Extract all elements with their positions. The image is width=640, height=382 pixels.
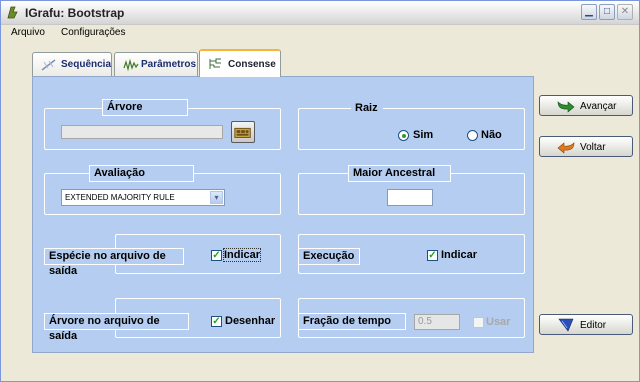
execucao-label-box: Execução	[298, 248, 360, 265]
maior-ancestral-title-text: Maior Ancestral	[353, 167, 436, 179]
close-icon: ✕	[620, 6, 630, 17]
voltar-label: Voltar	[580, 142, 606, 153]
radio-nao-label: Não	[481, 129, 502, 141]
browse-button[interactable]	[231, 121, 255, 143]
arrow-back-icon	[557, 142, 575, 154]
arrow-forward-icon	[557, 101, 575, 113]
menu-configuracoes[interactable]: Configurações	[61, 27, 125, 38]
close-button[interactable]: ✕	[617, 4, 633, 20]
arvore-title: Árvore	[102, 99, 188, 116]
tab-sequencia-label: Sequência	[61, 59, 112, 70]
app-icon	[7, 6, 18, 19]
execucao-checkbox[interactable]: ✓	[427, 250, 438, 261]
especie-checkbox[interactable]: ✓	[211, 250, 222, 261]
avaliacao-dropdown[interactable]: EXTENDED MAJORITY RULE ▾	[61, 189, 225, 206]
avancar-label: Avançar	[580, 101, 617, 112]
tab-sequencia[interactable]: Sequência	[32, 52, 112, 76]
consense-tree-icon	[209, 58, 221, 69]
arvore-saida-label-box: Árvore no arquivo de saída	[44, 313, 189, 342]
arvore-title-text: Árvore	[107, 101, 143, 113]
radio-selected-dot	[402, 134, 406, 138]
tab-consense-label: Consense	[228, 59, 276, 70]
editor-icon	[558, 318, 574, 332]
execucao-label: Execução	[303, 250, 355, 262]
window-title: IGrafu: Bootstrap	[25, 6, 125, 20]
arvore-path-field[interactable]	[61, 125, 223, 139]
maximize-icon: □	[603, 6, 611, 17]
especie-checkbox-label: Indicar	[222, 248, 262, 262]
consense-panel: Árvore Raiz Sim Não Avaliação EXTENDED M…	[32, 76, 534, 353]
avaliacao-selected-value: EXTENDED MAJORITY RULE	[65, 193, 175, 202]
fracao-checkbox-label: Usar	[486, 316, 511, 328]
fracao-label-box: Fração de tempo	[298, 313, 406, 330]
radio-sim[interactable]	[398, 130, 409, 141]
folder-open-icon	[234, 127, 251, 138]
editor-button[interactable]: Editor	[539, 314, 633, 335]
parameters-icon	[123, 58, 139, 72]
raiz-title: Raiz	[351, 101, 383, 118]
avancar-button[interactable]: Avançar	[539, 95, 633, 116]
arvore-saida-checkbox-label: Desenhar	[225, 315, 276, 327]
minimize-icon: ▁	[585, 6, 593, 17]
chevron-down-icon[interactable]: ▾	[210, 191, 223, 204]
avaliacao-title-text: Avaliação	[94, 167, 145, 179]
menu-bar: Arquivo Configurações	[1, 26, 639, 42]
tab-parametros[interactable]: Parâmetros	[114, 52, 198, 76]
radio-sim-label: Sim	[413, 129, 434, 141]
app-window: IGrafu: Bootstrap ▁ □ ✕ Arquivo Configur…	[0, 0, 640, 382]
maior-ancestral-title: Maior Ancestral	[348, 165, 451, 182]
tab-parametros-label: Parâmetros	[141, 59, 197, 70]
maior-ancestral-input[interactable]	[387, 189, 433, 206]
raiz-title-text: Raiz	[355, 102, 378, 114]
avaliacao-title: Avaliação	[89, 165, 194, 182]
sequence-icon	[41, 59, 56, 71]
radio-nao[interactable]	[467, 130, 478, 141]
menu-arquivo[interactable]: Arquivo	[11, 27, 45, 38]
voltar-button[interactable]: Voltar	[539, 136, 633, 157]
maximize-button[interactable]: □	[599, 4, 615, 20]
editor-label: Editor	[580, 320, 607, 331]
especie-label-box: Espécie no arquivo de saída	[44, 248, 184, 277]
title-bar[interactable]: IGrafu: Bootstrap ▁ □ ✕	[1, 1, 639, 25]
fracao-label: Fração de tempo	[303, 315, 392, 327]
fracao-input[interactable]: 0.5	[414, 314, 460, 330]
tab-consense[interactable]: Consense	[199, 49, 281, 77]
arvore-saida-checkbox[interactable]: ✓	[211, 316, 222, 327]
minimize-button[interactable]: ▁	[581, 4, 597, 20]
fracao-checkbox[interactable]	[473, 317, 484, 328]
execucao-checkbox-label: Indicar	[441, 249, 478, 261]
